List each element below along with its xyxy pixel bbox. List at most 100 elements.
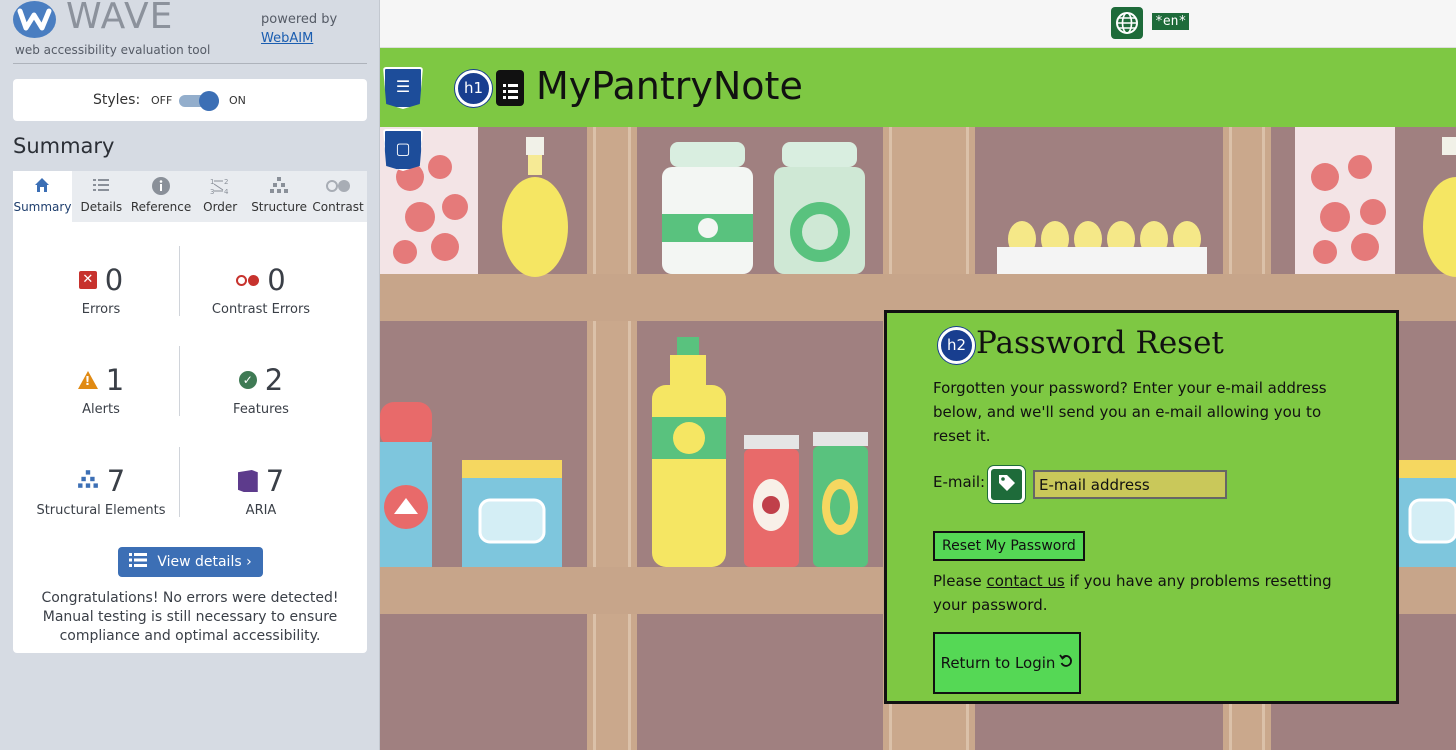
powered-by-label: powered by — [261, 12, 338, 27]
site-title: MyPantryNote — [536, 64, 803, 108]
styles-label: Styles: — [93, 92, 141, 108]
globe-icon[interactable] — [1111, 7, 1143, 39]
tab-label: Summary — [13, 200, 72, 214]
feature-check-icon: ✓ — [238, 371, 257, 389]
return-to-login-button[interactable]: Return to Login — [933, 632, 1081, 694]
structural-label: Structural Elements — [36, 503, 166, 518]
structural-count: 7 — [106, 464, 126, 498]
tab-label: Reference — [130, 200, 192, 214]
oil-bottle — [500, 137, 570, 281]
summary-heading: Summary — [13, 134, 115, 158]
green-can — [813, 432, 868, 571]
errors-count: 0 — [104, 263, 124, 297]
header-landmark-icon[interactable]: ☰ — [383, 67, 423, 109]
stat-structural[interactable]: 7 Structural Elements — [21, 463, 181, 518]
structure-icon — [249, 176, 309, 200]
language-bar: *en* — [380, 0, 1456, 48]
h1-badge-icon[interactable]: h1 — [455, 70, 492, 107]
tab-contrast[interactable]: Contrast — [309, 171, 367, 222]
undo-icon — [1059, 654, 1073, 672]
tab-summary[interactable]: Summary — [13, 171, 72, 222]
styles-toggle-box: Styles: OFF ON — [13, 79, 367, 121]
wave-sidebar: WAVE web accessibility evaluation tool p… — [0, 0, 380, 750]
svg-text:3: 3 — [210, 188, 214, 196]
contact-text: Please contact us if you have any proble… — [933, 569, 1353, 617]
svg-text:4: 4 — [224, 188, 229, 196]
divider — [179, 346, 180, 416]
return-label: Return to Login — [940, 654, 1056, 672]
stat-alerts[interactable]: 1 Alerts — [21, 362, 181, 417]
styles-off-label: OFF — [151, 94, 173, 107]
password-reset-panel: h2 Password Reset Forgotten your passwor… — [884, 310, 1399, 704]
styles-toggle-knob[interactable] — [199, 91, 219, 111]
clipboard-icon — [496, 70, 524, 106]
aria-icon — [237, 470, 258, 492]
features-label: Features — [233, 402, 289, 417]
tab-details[interactable]: Details — [72, 171, 131, 222]
contact-link[interactable]: contact us — [986, 572, 1064, 590]
language-badge: *en* — [1152, 13, 1190, 30]
stat-contrast-errors[interactable]: 0 Contrast Errors — [181, 262, 341, 317]
errors-label: Errors — [81, 302, 121, 317]
view-details-button[interactable]: View details › — [118, 547, 263, 577]
tab-reference[interactable]: Reference — [131, 171, 191, 222]
aria-count: 7 — [265, 464, 285, 498]
h2-badge-icon[interactable]: h2 — [938, 327, 975, 364]
egg-carton — [997, 219, 1207, 278]
wave-tabs: Summary Details Reference 1 2 3 4 Order Str… — [13, 171, 367, 222]
email-field[interactable] — [1033, 470, 1227, 499]
mushroom-jar — [660, 142, 755, 278]
aria-label: ARIA — [245, 503, 277, 518]
svg-text:2: 2 — [224, 178, 228, 186]
styles-on-label: ON — [229, 94, 246, 107]
divider — [179, 246, 180, 316]
tab-label: Contrast — [312, 200, 364, 214]
webaim-link[interactable]: WebAIM — [261, 31, 313, 46]
list-icon — [72, 176, 131, 200]
divider — [179, 447, 180, 517]
tab-label: Details — [80, 200, 123, 214]
wave-tagline: web accessibility evaluation tool — [15, 43, 211, 57]
contrast-icon — [309, 176, 367, 200]
divider — [13, 63, 367, 64]
red-can — [744, 435, 799, 571]
alerts-count: 1 — [105, 363, 125, 397]
congrats-message: Congratulations! No errors were detected… — [41, 590, 339, 644]
structure-icon — [77, 469, 99, 494]
alerts-label: Alerts — [82, 402, 120, 417]
wave-logo-icon — [13, 1, 56, 38]
label-tag-icon[interactable] — [988, 466, 1025, 503]
contrast-errors-label: Contrast Errors — [211, 302, 311, 317]
spice-tin — [1398, 460, 1456, 571]
tab-label: Structure — [251, 200, 308, 214]
tab-order[interactable]: 1 2 3 4 Order — [191, 171, 249, 222]
reset-heading: Password Reset — [976, 325, 1224, 361]
stat-errors[interactable]: ✕ 0 Errors — [21, 262, 181, 317]
tab-label: Order — [203, 200, 238, 214]
shelf-post — [587, 127, 637, 750]
list-icon — [129, 552, 148, 572]
contrast-error-icon — [236, 274, 260, 286]
wave-logo-text: WAVE — [66, 0, 174, 37]
stat-features[interactable]: ✓ 2 Features — [181, 362, 341, 417]
features-count: 2 — [264, 363, 284, 397]
info-icon — [131, 176, 191, 200]
error-icon: ✕ — [78, 271, 97, 289]
email-label: E-mail: — [933, 473, 986, 491]
home-icon — [13, 176, 72, 200]
alert-icon — [77, 371, 98, 389]
tomato-jar — [1295, 127, 1395, 274]
summary-panel: ✕ 0 Errors 0 Contrast Errors 1 Alerts — [13, 222, 367, 653]
order-icon: 1 2 3 4 — [191, 176, 249, 200]
powered-by: powered by WebAIM — [261, 10, 337, 48]
contact-prefix: Please — [933, 572, 987, 590]
svg-text:1: 1 — [210, 178, 214, 186]
view-details-label: View details › — [157, 554, 252, 570]
soda-bottle — [650, 337, 730, 571]
pickle-jar — [772, 142, 867, 278]
tab-structure[interactable]: Structure — [249, 171, 309, 222]
reset-password-button[interactable]: Reset My Password — [933, 531, 1085, 561]
stat-aria[interactable]: 7 ARIA — [181, 463, 341, 518]
contrast-errors-count: 0 — [267, 263, 286, 297]
main-landmark-icon[interactable]: ▢ — [383, 129, 423, 171]
